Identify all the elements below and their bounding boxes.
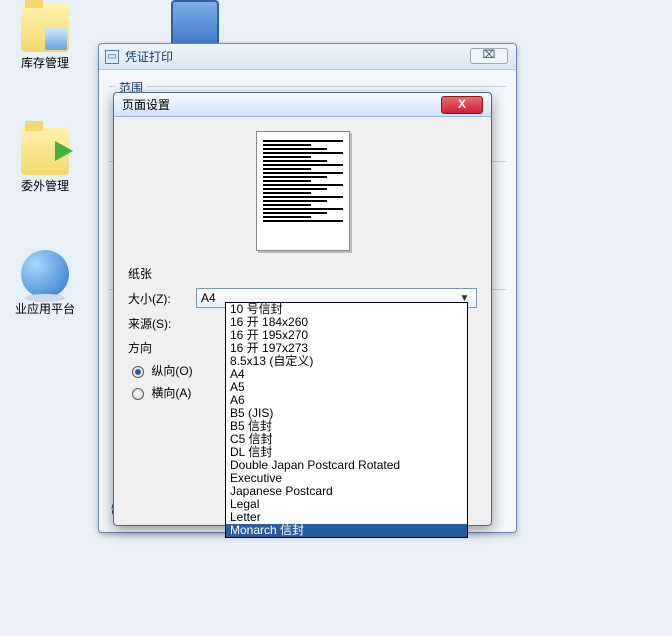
radio-icon xyxy=(132,366,144,378)
globe-icon xyxy=(21,250,69,298)
folder-arrow-icon xyxy=(21,127,69,175)
desktop-icon-top[interactable] xyxy=(160,0,230,48)
titlebar[interactable]: 页面设置 X xyxy=(114,93,491,117)
desktop-icon-inventory[interactable]: 库存管理 xyxy=(0,4,90,71)
desktop-icon-outsourcing[interactable]: 委外管理 xyxy=(0,127,90,194)
landscape-label: 横向(A) xyxy=(151,386,191,400)
desktop-icon-label: 库存管理 xyxy=(0,54,90,71)
titlebar[interactable]: ▭ 凭证打印 ⌧ xyxy=(99,44,516,70)
desktop-icon-label: 委外管理 xyxy=(0,177,90,194)
paper-size-option[interactable]: Monarch 信封 xyxy=(226,524,467,537)
landscape-radio[interactable]: 横向(A) xyxy=(132,384,191,401)
dialog-title: 页面设置 xyxy=(122,96,441,113)
window-title: 凭证打印 xyxy=(125,48,510,65)
close-button[interactable]: X xyxy=(441,96,483,114)
close-button[interactable]: ⌧ xyxy=(470,48,508,64)
page-preview xyxy=(256,131,350,251)
source-label: 来源(S): xyxy=(128,315,196,332)
portrait-label: 纵向(O) xyxy=(151,364,192,378)
desktop-icon-platform[interactable]: 业应用平台 xyxy=(0,250,90,317)
portrait-radio[interactable]: 纵向(O) xyxy=(132,362,193,379)
monitor-icon xyxy=(171,0,219,48)
paper-size-option[interactable]: A5 xyxy=(226,381,467,394)
paper-size-option[interactable]: 8.5x13 (自定义) xyxy=(226,355,467,368)
window-icon: ▭ xyxy=(105,50,119,64)
paper-size-option[interactable]: Legal xyxy=(226,498,467,511)
radio-icon xyxy=(132,388,144,400)
paper-size-dropdown[interactable]: 10 号信封16 开 184x26016 开 195x27016 开 197x2… xyxy=(225,302,468,538)
folder-icon xyxy=(21,4,69,52)
size-label: 大小(Z): xyxy=(128,290,196,307)
paper-section-label: 纸张 xyxy=(128,265,477,282)
paper-size-option[interactable]: A4 xyxy=(226,368,467,381)
desktop-icon-label: 业应用平台 xyxy=(0,300,90,317)
paper-size-option[interactable]: Japanese Postcard xyxy=(226,485,467,498)
